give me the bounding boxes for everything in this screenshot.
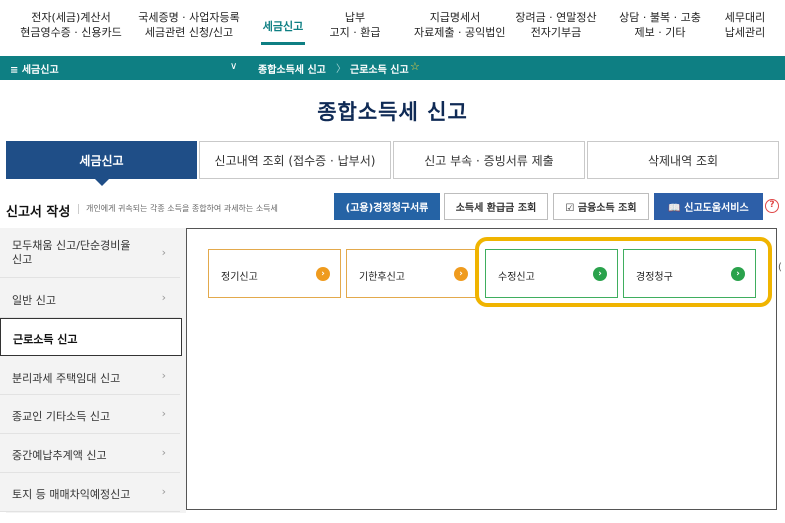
nav-item-incentive[interactable]: 장려금 · 연말정산 전자기부금 xyxy=(513,10,599,40)
nav-item-einvoice[interactable]: 전자(세금)계산서 현금영수증 · 신용카드 xyxy=(18,10,124,40)
breadcrumb-menu[interactable]: ≡ 세금신고 xyxy=(10,61,59,76)
nav-item-tax-agent[interactable]: 세무대리 납세관리 xyxy=(720,10,770,40)
nav-item-line: 전자(세금)계산서 xyxy=(31,11,111,24)
tab-attachment-submit[interactable]: 신고 부속 · 증빙서류 제출 xyxy=(393,141,585,179)
sidebar-item-label: 토지 등 매매차익예정신고 xyxy=(12,488,131,501)
chevron-right-icon: › xyxy=(161,369,166,382)
arrow-right-icon: › xyxy=(316,267,330,281)
nav-item-line: 세금관련 신청/신고 xyxy=(144,26,234,39)
correction-claim-docs-button[interactable]: (고용)경정청구서류 xyxy=(334,193,440,220)
sidebar-item-earned-income[interactable]: 근로소득 신고 xyxy=(0,318,182,356)
breadcrumb-separator-icon: 〉 xyxy=(336,64,346,75)
nav-item-line: 현금영수증 · 신용카드 xyxy=(20,26,122,39)
nav-item-line: 전자기부금 xyxy=(530,26,582,39)
late-filing-card[interactable]: 기한후신고 › xyxy=(346,249,479,298)
tab-label: 신고내역 조회 (접수증 · 납부서) xyxy=(214,153,376,168)
nav-item-line: 장려금 · 연말정산 xyxy=(515,11,597,24)
nav-item-line: 납부 xyxy=(344,11,366,24)
tab-tax-filing[interactable]: 세금신고 xyxy=(6,141,197,186)
sidebar-item-label: 근로소득 신고 xyxy=(13,333,78,346)
breadcrumb-level1[interactable]: 종합소득세 신고 xyxy=(258,61,326,76)
arrow-right-icon: › xyxy=(454,267,468,281)
section-title: 신고서 작성 xyxy=(6,205,71,220)
nav-item-payment-statement[interactable]: 지급명세서 자료제출 · 공익법인 xyxy=(414,10,506,40)
tab-label: 신고 부속 · 증빙서류 제출 xyxy=(424,153,554,168)
sidebar-item-rental-income[interactable]: 분리과세 주택임대 신고 › xyxy=(0,356,180,395)
sidebar-item-general[interactable]: 일반 신고 › xyxy=(0,278,180,318)
sidebar-item-label: 일반 신고 xyxy=(12,294,56,307)
nav-item-certificate[interactable]: 국세증명 · 사업자등록 세금관련 신청/신고 xyxy=(137,10,241,40)
edge-mark-icon: ( xyxy=(778,262,782,273)
section-description: 개인에게 귀속되는 각종 소득을 종합하여 과세하는 소득세 xyxy=(78,204,278,214)
page-title: 종합소득세 신고 xyxy=(317,100,468,124)
sidebar-item-label: 분리과세 주택임대 신고 xyxy=(12,372,121,385)
financial-income-button[interactable]: ☑ 금융소득 조회 xyxy=(553,193,649,220)
sidebar-item-label: 종교인 기타소득 신고 xyxy=(12,410,111,423)
nav-item-payment[interactable]: 납부 고지 · 환급 xyxy=(328,10,382,40)
star-icon[interactable]: ☆ xyxy=(410,60,420,73)
nav-item-line: 지급명세서 xyxy=(429,11,481,24)
nav-item-line: 고지 · 환급 xyxy=(329,26,381,39)
nav-item-tax-filing[interactable]: 세금신고 xyxy=(261,19,305,45)
highlight-box xyxy=(475,237,772,307)
tab-deleted-history[interactable]: 삭제내역 조회 xyxy=(587,141,779,179)
tab-filing-history[interactable]: 신고내역 조회 (접수증 · 납부서) xyxy=(199,141,391,179)
sidebar-item-interim-prepayment[interactable]: 중간예납추계액 신고 › xyxy=(0,434,180,473)
nav-item-line: 납세관리 xyxy=(724,26,766,39)
breadcrumb: ≡ 세금신고 ∨ 종합소득세 신고 〉 근로소득 신고 ☆ xyxy=(0,56,785,80)
sidebar-item-prefilled[interactable]: 모두채움 신고/단순경비율 신고 › xyxy=(0,228,180,278)
sidebar-item-label: 중간예납추계액 신고 xyxy=(12,449,107,462)
card-label: 기한후신고 xyxy=(359,272,405,283)
nav-item-line: 자료제출 · 공익법인 xyxy=(414,26,506,39)
chevron-right-icon: › xyxy=(161,485,166,498)
tab-label: 삭제내역 조회 xyxy=(647,153,719,168)
chevron-right-icon: › xyxy=(161,291,166,304)
chevron-right-icon: › xyxy=(161,407,166,420)
nav-item-line: 세무대리 xyxy=(724,11,766,24)
nav-item-line: 국세증명 · 사업자등록 xyxy=(138,11,240,24)
nav-item-consulting[interactable]: 상담 · 불복 · 고충 제보 · 기타 xyxy=(617,10,703,40)
refund-lookup-button[interactable]: 소득세 환급금 조회 xyxy=(444,193,548,220)
sidebar-item-land-sale[interactable]: 토지 등 매매차익예정신고 › xyxy=(0,473,180,512)
card-label: 정기신고 xyxy=(221,272,258,283)
nav-item-line: 제보 · 기타 xyxy=(634,26,686,39)
tab-caret-icon xyxy=(93,178,110,186)
top-navigation: 전자(세금)계산서 현금영수증 · 신용카드 국세증명 · 사업자등록 세금관련… xyxy=(0,0,785,56)
tab-label: 세금신고 xyxy=(79,153,124,168)
nav-item-line: 상담 · 불복 · 고충 xyxy=(619,11,701,24)
chevron-right-icon: › xyxy=(161,446,166,459)
nav-item-line: 세금신고 xyxy=(262,20,304,33)
help-icon[interactable]: ? xyxy=(765,199,779,213)
chevron-right-icon: › xyxy=(161,246,166,259)
filing-help-service-button[interactable]: 📖 신고도움서비스 xyxy=(654,193,763,220)
breadcrumb-level2[interactable]: 근로소득 신고 xyxy=(350,61,409,76)
chevron-down-icon[interactable]: ∨ xyxy=(230,61,237,72)
sidebar-item-label: 모두채움 신고/단순경비율 신고 xyxy=(12,239,131,266)
sidebar-item-religious-income[interactable]: 종교인 기타소득 신고 › xyxy=(0,395,180,434)
regular-filing-card[interactable]: 정기신고 › xyxy=(208,249,341,298)
